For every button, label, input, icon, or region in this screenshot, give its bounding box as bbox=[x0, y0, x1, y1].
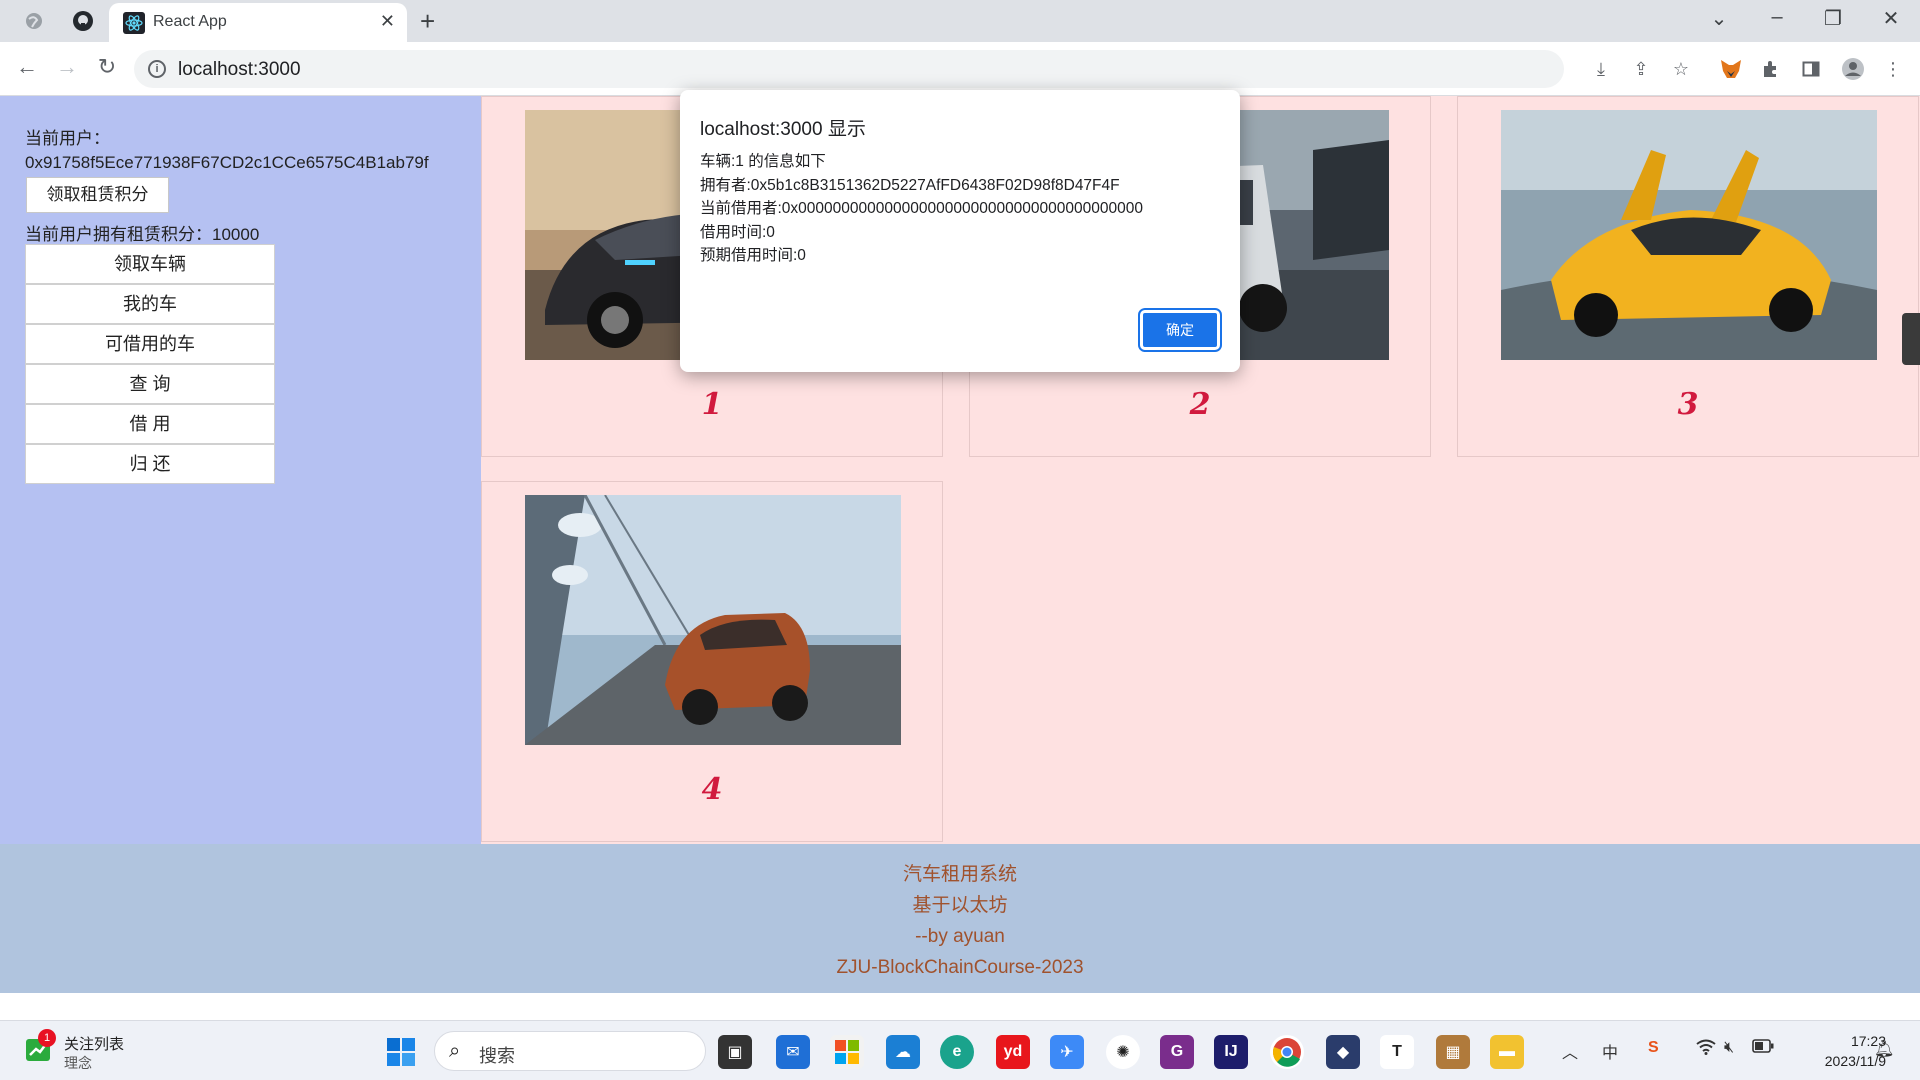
footer-author: --by ayuan bbox=[915, 926, 1005, 947]
dialog-message: 车辆:1 的信息如下 拥有者:0x5b1c8B3151362D5227AfFD6… bbox=[700, 150, 1143, 268]
car-card[interactable]: 4 bbox=[481, 481, 943, 842]
car-number: 1 bbox=[701, 387, 723, 422]
current-user-label: 当前用户： bbox=[25, 129, 110, 148]
dialog-line: 车辆:1 的信息如下 bbox=[700, 153, 826, 170]
menu-borrow[interactable]: 借 用 bbox=[25, 404, 275, 444]
menu-my-cars[interactable]: 我的车 bbox=[25, 284, 275, 324]
site-info-icon[interactable]: i bbox=[148, 60, 166, 78]
car-photo-4 bbox=[525, 495, 901, 745]
react-icon bbox=[123, 12, 145, 34]
alert-dialog: localhost:3000 显示 车辆:1 的信息如下 拥有者:0x5b1c8… bbox=[680, 90, 1240, 372]
youdao-icon[interactable]: yd bbox=[996, 1035, 1030, 1069]
footer-title: 汽车租用系统 bbox=[902, 864, 1017, 885]
current-user-address: 0x91758f5Ece771938F67CD2c1CCe6575C4B1ab7… bbox=[25, 153, 429, 172]
taskbar-search[interactable]: ⌕ 搜索 bbox=[434, 1031, 706, 1071]
restore-icon[interactable]: ❐ bbox=[1818, 6, 1848, 31]
car-number: 4 bbox=[701, 772, 723, 807]
clock[interactable]: 17:23 2023/11/9 bbox=[1796, 1031, 1886, 1071]
extensions-puzzle-icon[interactable] bbox=[1758, 56, 1784, 82]
points-text: 当前用户拥有租赁积分：10000 bbox=[25, 225, 260, 244]
notification-badge: 1 bbox=[38, 1029, 56, 1047]
tab-search-chevron-icon[interactable]: ⌄ bbox=[1704, 6, 1734, 31]
sidebar: 当前用户： 0x91758f5Ece771938F67CD2c1CCe6575C… bbox=[0, 96, 481, 844]
car-photo-3 bbox=[1501, 110, 1877, 360]
globe-icon[interactable] bbox=[22, 9, 46, 33]
reload-icon[interactable]: ↻ bbox=[92, 54, 122, 80]
store-icon[interactable] bbox=[830, 1035, 864, 1069]
task-view-icon[interactable]: ▣ bbox=[718, 1035, 752, 1069]
profile-avatar-icon[interactable] bbox=[1840, 56, 1866, 82]
back-icon[interactable]: ← bbox=[12, 54, 42, 80]
mail-icon[interactable]: ✉ bbox=[776, 1035, 810, 1069]
typora-icon[interactable]: T bbox=[1380, 1035, 1414, 1069]
feishu-icon[interactable]: ✈ bbox=[1050, 1035, 1084, 1069]
menu-return[interactable]: 归 还 bbox=[25, 444, 275, 484]
wifi-icon[interactable] bbox=[1696, 1039, 1716, 1060]
minimize-icon[interactable]: – bbox=[1762, 6, 1792, 29]
chrome-icon[interactable] bbox=[1270, 1035, 1304, 1069]
menu-query[interactable]: 查 询 bbox=[25, 364, 275, 404]
input-method-icon[interactable]: 中 bbox=[1602, 1039, 1618, 1063]
dialog-line: 拥有者:0x5b1c8B3151362D5227AfFD6438F02D98f8… bbox=[700, 176, 1120, 194]
footer-subtitle: 基于以太坊 bbox=[912, 895, 1008, 916]
search-icon: ⌕ bbox=[449, 1040, 461, 1062]
forward-icon[interactable]: → bbox=[52, 54, 82, 80]
sogou-icon[interactable]: S bbox=[1648, 1039, 1659, 1057]
bookmark-star-icon[interactable]: ☆ bbox=[1668, 56, 1694, 82]
install-icon[interactable]: ⤓ bbox=[1588, 56, 1614, 82]
pdf-app-icon[interactable]: G bbox=[1160, 1035, 1194, 1069]
tab-react-app[interactable]: React App ✕ bbox=[109, 3, 407, 42]
search-placeholder: 搜索 bbox=[479, 1046, 515, 1066]
file-explorer-icon[interactable]: ▬ bbox=[1490, 1035, 1524, 1069]
notification-bell-icon[interactable]: 🔔︎ bbox=[1874, 1039, 1894, 1059]
footer: 汽车租用系统 基于以太坊 --by ayuan ZJU-BlockChainCo… bbox=[0, 844, 1920, 993]
sidebar-menu: 领取车辆 我的车 可借用的车 查 询 借 用 归 还 bbox=[25, 244, 275, 484]
clock-date: 2023/11/9 bbox=[1824, 1053, 1886, 1069]
tab-title: React App bbox=[153, 13, 227, 30]
windows-start-icon[interactable] bbox=[384, 1035, 418, 1069]
battery-icon[interactable] bbox=[1752, 1039, 1774, 1058]
taskbar: 1 关注列表 理念 ⌕ 搜索 ▣ ✉ ☁ e yd ✈ ✺ G IJ ◆ T ▦… bbox=[0, 1020, 1920, 1080]
menu-claim-car[interactable]: 领取车辆 bbox=[25, 244, 275, 284]
package-box-icon[interactable]: ▦ bbox=[1436, 1035, 1470, 1069]
close-tab-icon[interactable]: ✕ bbox=[380, 11, 395, 32]
footer-course: ZJU-BlockChainCourse-2023 bbox=[836, 957, 1084, 978]
watchlist-widget[interactable]: 1 关注列表 理念 bbox=[24, 1029, 124, 1071]
show-hidden-icons-chevron-icon[interactable]: ︿ bbox=[1562, 1039, 1578, 1063]
github-icon[interactable] bbox=[71, 9, 95, 33]
car-number: 2 bbox=[1189, 387, 1211, 422]
dialog-line: 借用时间:0 bbox=[700, 223, 775, 241]
dialog-ok-button[interactable]: 确定 bbox=[1138, 308, 1222, 352]
terminal-cat-icon[interactable]: ◆ bbox=[1326, 1035, 1360, 1069]
close-window-icon[interactable]: ✕ bbox=[1876, 6, 1906, 31]
dialog-title: localhost:3000 显示 bbox=[700, 119, 866, 140]
edge-scroll-handle[interactable] bbox=[1902, 313, 1920, 365]
browser-toolbar: ← → ↻ i localhost:3000 ⤓ ⇪ ☆ ⋮ bbox=[0, 42, 1920, 96]
car-card[interactable]: 3 bbox=[1457, 96, 1919, 457]
url-text: localhost:3000 bbox=[178, 59, 301, 80]
dialog-line: 预期借用时间:0 bbox=[700, 247, 806, 264]
edge-icon[interactable]: e bbox=[940, 1035, 974, 1069]
onedrive-icon[interactable]: ☁ bbox=[886, 1035, 920, 1069]
speaker-muted-icon[interactable]: 🔇︎ bbox=[1724, 1039, 1734, 1057]
chrome-menu-icon[interactable]: ⋮ bbox=[1880, 56, 1906, 82]
metamask-fox-icon[interactable] bbox=[1718, 56, 1744, 82]
menu-available-cars[interactable]: 可借用的车 bbox=[25, 324, 275, 364]
watchlist-subtitle: 理念 bbox=[64, 1055, 92, 1071]
tab-strip: React App ✕ + ⌄ – ❐ ✕ bbox=[0, 0, 1920, 42]
dialog-line: 当前借用者:0x00000000000000000000000000000000… bbox=[700, 200, 1143, 217]
address-bar[interactable]: i localhost:3000 bbox=[134, 50, 1564, 88]
intellij-icon[interactable]: IJ bbox=[1214, 1035, 1248, 1069]
chatgpt-icon[interactable]: ✺ bbox=[1106, 1035, 1140, 1069]
claim-points-button[interactable]: 领取租赁积分 bbox=[26, 177, 169, 213]
side-panel-icon[interactable] bbox=[1798, 56, 1824, 82]
car-number: 3 bbox=[1677, 387, 1699, 422]
watchlist-title: 关注列表 bbox=[64, 1036, 125, 1053]
share-icon[interactable]: ⇪ bbox=[1628, 56, 1654, 82]
new-tab-icon[interactable]: + bbox=[420, 6, 435, 37]
clock-time: 17:23 bbox=[1850, 1033, 1886, 1049]
